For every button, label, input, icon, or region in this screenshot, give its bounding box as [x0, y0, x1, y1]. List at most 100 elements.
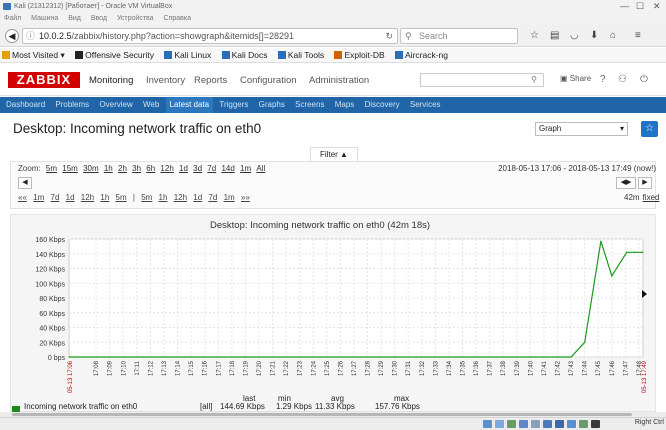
info-icon[interactable]: ⓘ	[26, 29, 35, 43]
x-tick-label: 17:19	[243, 360, 249, 376]
scrollbar-thumb[interactable]	[12, 413, 632, 416]
vm-window-title: Kali (21312312) [Работает] - Oracle VM V…	[14, 3, 173, 10]
back-arrow-icon[interactable]: ◀	[5, 29, 19, 43]
vm-menu-input[interactable]: Ввод	[91, 15, 107, 22]
period-back-12h[interactable]: 12h	[81, 193, 94, 202]
url-bar[interactable]: ⓘ 10.0.2.5/zabbix/history.php?action=sho…	[22, 28, 398, 44]
subnav-graphs[interactable]: Graphs	[255, 97, 289, 113]
zabbix-logo[interactable]: ZABBIX	[8, 72, 80, 88]
period-fwd-1h[interactable]: 1h	[159, 193, 168, 202]
minimize-button[interactable]: —	[620, 0, 629, 13]
subnav-problems[interactable]: Problems	[51, 97, 93, 113]
network-icon	[519, 420, 528, 428]
subnav-latest-data[interactable]: Latest data	[165, 97, 214, 113]
period-back-1h[interactable]: 1h	[100, 193, 109, 202]
period-size-handle[interactable]: ◀▶	[616, 177, 636, 189]
period-fwd-5m[interactable]: 5m	[141, 193, 152, 202]
bookmark-offensive-security[interactable]: Offensive Security	[75, 48, 154, 63]
zabbix-search-input[interactable]: ⚲	[420, 73, 544, 87]
share-button[interactable]: ▣ Share	[560, 74, 591, 83]
y-tick-label: 20 Kbps	[39, 340, 65, 347]
close-button[interactable]: ✕	[653, 0, 661, 13]
zoom-3d[interactable]: 3d	[193, 164, 202, 173]
legend-max-value: 157.76 Kbps	[375, 402, 420, 411]
zoom-1d[interactable]: 1d	[179, 164, 188, 173]
zoom-7d[interactable]: 7d	[207, 164, 216, 173]
bookmark-most-visited[interactable]: Most Visited ▾	[2, 48, 65, 63]
reload-icon[interactable]: ↻	[385, 29, 393, 43]
download-icon[interactable]: ⬇	[590, 30, 598, 41]
period-back-7d[interactable]: 7d	[51, 193, 60, 202]
help-icon[interactable]: ?	[600, 74, 606, 85]
period-fwd-all[interactable]: »»	[241, 193, 250, 202]
bookmark-kali-docs[interactable]: Kali Docs	[221, 48, 268, 63]
zoom-2h[interactable]: 2h	[118, 164, 127, 173]
pocket-icon[interactable]: ◡	[570, 30, 579, 41]
x-tick-label: 17:40	[528, 360, 534, 376]
logout-icon[interactable]: ⏻	[640, 74, 648, 85]
period-fwd-7d[interactable]: 7d	[208, 193, 217, 202]
browser-search-input[interactable]: ⚲ Search	[400, 28, 518, 44]
subnav-triggers[interactable]: Triggers	[215, 97, 252, 113]
exploitdb-icon	[334, 51, 343, 59]
top-menu-configuration[interactable]: Configuration	[240, 75, 297, 86]
subnav-maps[interactable]: Maps	[331, 97, 359, 113]
traffic-chart[interactable]: 160 Kbps 140 Kbps 120 Kbps 100 Kbps 80 Kbps 6…	[11, 215, 657, 413]
vm-menu-file[interactable]: Файл	[4, 15, 21, 22]
audio-icon	[507, 420, 516, 428]
maximize-button[interactable]: ☐	[636, 0, 644, 13]
bookmark-kali-tools[interactable]: Kali Tools	[277, 48, 324, 63]
reading-list-icon[interactable]: ▤	[550, 30, 559, 41]
fixed-toggle[interactable]: fixed	[643, 193, 660, 202]
period-back-5m[interactable]: 5m	[116, 193, 127, 202]
resize-handle-icon: ◀▶	[620, 179, 632, 186]
top-menu-reports[interactable]: Reports	[194, 75, 227, 86]
subnav-overview[interactable]: Overview	[95, 97, 136, 113]
zoom-1m[interactable]: 1m	[240, 164, 251, 173]
top-menu-administration[interactable]: Administration	[309, 75, 369, 86]
subnav-discovery[interactable]: Discovery	[361, 97, 404, 113]
bookmark-star-icon[interactable]: ☆	[530, 30, 539, 41]
subnav-dashboard[interactable]: Dashboard	[2, 97, 49, 113]
period-back-1d[interactable]: 1d	[66, 193, 75, 202]
top-menu-monitoring[interactable]: Monitoring	[89, 75, 133, 86]
vm-menu-devices[interactable]: Устройства	[117, 15, 154, 22]
offsec-icon	[75, 51, 84, 59]
zoom-14d[interactable]: 14d	[221, 164, 234, 173]
zoom-12h[interactable]: 12h	[160, 164, 173, 173]
hamburger-menu-icon[interactable]: ≡	[635, 30, 641, 41]
zoom-5m[interactable]: 5m	[46, 164, 57, 173]
zoom-all[interactable]: All	[256, 164, 265, 173]
vm-menu-view[interactable]: Вид	[68, 15, 81, 22]
zoom-30m[interactable]: 30m	[83, 164, 99, 173]
vm-menu-help[interactable]: Справка	[164, 15, 191, 22]
subnav-web[interactable]: Web	[139, 97, 163, 113]
period-back-1m[interactable]: 1m	[33, 193, 44, 202]
bookmark-exploit-db[interactable]: Exploit-DB	[334, 48, 385, 63]
zoom-1h[interactable]: 1h	[104, 164, 113, 173]
subnav-screens[interactable]: Screens	[291, 97, 328, 113]
bookmark-aircrack-ng[interactable]: Aircrack-ng	[395, 48, 448, 63]
subnav-services[interactable]: Services	[406, 97, 445, 113]
bookmark-kali-linux[interactable]: Kali Linux	[164, 48, 211, 63]
period-fwd-1m[interactable]: 1m	[224, 193, 235, 202]
period-fwd-1d[interactable]: 1d	[193, 193, 202, 202]
favorite-star-button[interactable]: ☆	[641, 121, 658, 137]
period-back-all[interactable]: ««	[18, 193, 27, 202]
zoom-6h[interactable]: 6h	[146, 164, 155, 173]
legend-fn: [all]	[200, 402, 213, 411]
period-fwd-12h[interactable]: 12h	[174, 193, 187, 202]
scroll-left-button[interactable]: ◀	[18, 177, 32, 189]
x-tick-label: 17:31	[406, 360, 412, 376]
vm-menu-machine[interactable]: Машина	[31, 15, 58, 22]
zoom-3h[interactable]: 3h	[132, 164, 141, 173]
home-icon[interactable]: ⌂	[610, 30, 616, 41]
zoom-15m[interactable]: 15m	[62, 164, 78, 173]
scroll-right-button[interactable]: ▶	[638, 177, 652, 189]
kali-dragon-icon	[277, 51, 286, 59]
top-menu-inventory[interactable]: Inventory	[146, 75, 185, 86]
filter-toggle[interactable]: Filter ▲	[310, 147, 358, 161]
view-type-select[interactable]: Graph ▾	[535, 122, 628, 136]
x-tick-label: 17:25	[325, 360, 331, 376]
user-profile-icon[interactable]: ⚇	[618, 74, 627, 85]
